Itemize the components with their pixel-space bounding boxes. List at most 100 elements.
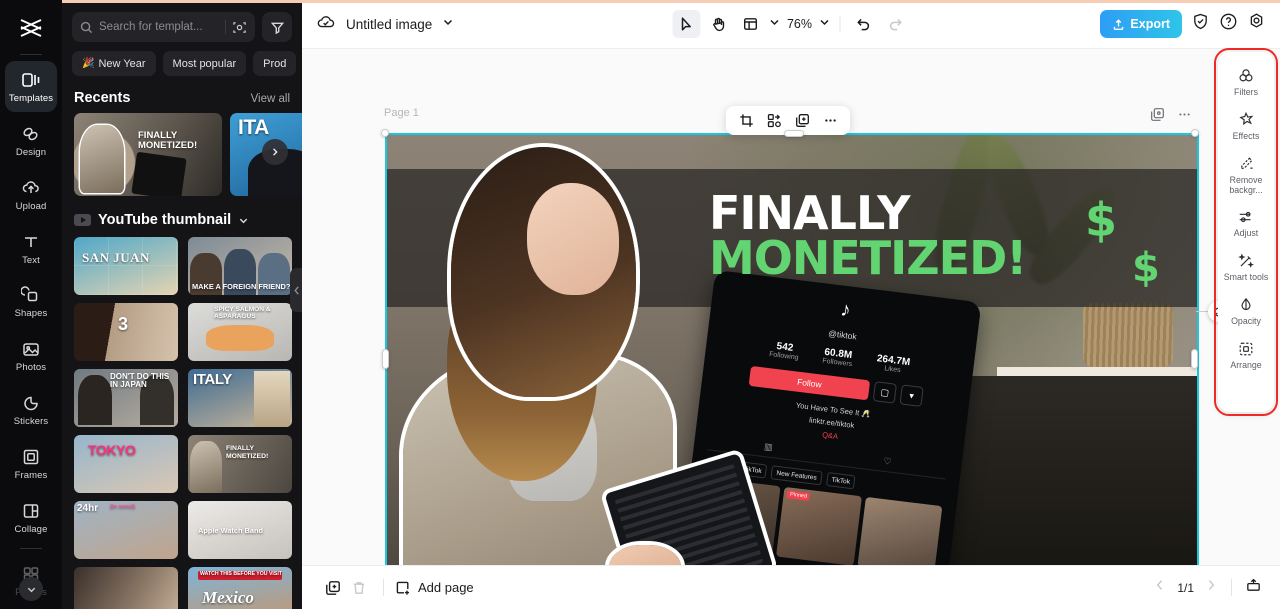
help-circle-icon[interactable] — [1219, 12, 1238, 36]
template-card[interactable]: Apple Watch Band — [188, 501, 292, 559]
smart-tools-icon — [1236, 251, 1256, 271]
adjust-icon — [1236, 207, 1256, 227]
sidebar-label: Text — [22, 254, 40, 266]
export-button[interactable]: Export — [1100, 10, 1182, 38]
template-card[interactable]: 24hr (in seoul) — [74, 501, 178, 559]
tool-remove-background[interactable]: Remove backgr... — [1221, 149, 1271, 201]
selection-handle-right[interactable] — [1190, 349, 1198, 369]
filter-button[interactable] — [262, 12, 292, 42]
sidebar-item-text[interactable]: Text — [5, 222, 57, 273]
filter-chips: 🎉 New Year Most popular Prod — [62, 42, 302, 76]
artboard[interactable]: ♪ @tiktok 542 Following 60.8M Followers — [387, 135, 1197, 565]
top-toolbar: Untitled image 76% Export — [302, 0, 1280, 49]
thumb-art — [74, 567, 178, 609]
template-card[interactable]: ITALY — [188, 369, 292, 427]
recent-card[interactable]: FINALLY MONETIZED! — [74, 113, 222, 196]
sidebar-item-design[interactable]: Design — [5, 115, 57, 166]
recents-header: Recents View all — [62, 76, 302, 113]
tool-smart-tools[interactable]: Smart tools — [1221, 246, 1271, 288]
sidebar-label: Design — [15, 147, 47, 158]
templates-icon — [20, 69, 42, 91]
more-horizontal-icon[interactable] — [1177, 107, 1192, 127]
chip-products[interactable]: Prod — [253, 51, 297, 76]
selection-handle-left[interactable] — [381, 349, 389, 369]
cursor-arrow-icon — [681, 17, 691, 31]
remove-background-icon — [1236, 154, 1256, 174]
template-card[interactable]: SAN JUAN — [74, 237, 178, 295]
thumb-title: SAN JUAN — [82, 250, 150, 265]
select-tool-button[interactable] — [672, 10, 701, 38]
text-icon — [20, 231, 42, 253]
sidebar-label: Templates — [8, 93, 54, 105]
headline-group: FINALLY MONETIZED! — [709, 190, 1139, 281]
chip-most-popular[interactable]: Most popular — [162, 51, 247, 76]
title-chevron-down-icon[interactable] — [442, 15, 454, 33]
sidebar-label: Frames — [14, 469, 48, 481]
tool-arrange[interactable]: Arrange — [1221, 334, 1271, 376]
undo-button[interactable] — [850, 10, 878, 38]
recents-next-button[interactable] — [262, 139, 288, 165]
thumb-figure — [80, 125, 124, 193]
tool-effects[interactable]: Effects — [1221, 105, 1271, 147]
prev-page-button[interactable] — [1153, 578, 1167, 597]
redo-button[interactable] — [882, 10, 910, 38]
template-card[interactable]: MAKE A FOREIGN FRIEND? — [188, 237, 292, 295]
tool-adjust[interactable]: Adjust — [1221, 202, 1271, 244]
collage-icon — [20, 500, 42, 522]
chevron-left-icon — [293, 285, 299, 295]
crop-icon[interactable] — [733, 108, 759, 133]
template-card[interactable]: 3 — [74, 303, 178, 361]
present-button[interactable] — [1245, 577, 1262, 599]
template-card[interactable]: FINALLY MONETIZED! — [188, 435, 292, 493]
selection-handle-tr[interactable] — [1191, 129, 1199, 137]
redo-icon — [889, 18, 902, 31]
view-all-link[interactable]: View all — [251, 93, 290, 105]
sidebar-item-templates[interactable]: Templates — [5, 61, 57, 112]
sidebar-item-shapes[interactable]: Shapes — [5, 276, 57, 327]
delete-page-button[interactable] — [346, 575, 372, 601]
sidebar-item-stickers[interactable]: Stickers — [5, 384, 57, 435]
dollar-symbol-1: $ — [1085, 193, 1118, 247]
video-tile — [857, 496, 943, 565]
sidebar-item-frames[interactable]: Frames — [5, 438, 57, 489]
smart-cutout-icon[interactable] — [761, 108, 787, 133]
template-card-selected[interactable]: DON'T DO THIS IN JAPAN — [74, 369, 178, 427]
panel-collapse-button[interactable] — [290, 268, 302, 312]
chip-new-year[interactable]: 🎉 New Year — [72, 51, 156, 76]
tool-opacity[interactable]: Opacity — [1221, 290, 1271, 332]
more-horizontal-icon[interactable] — [817, 108, 843, 133]
capcut-logo-icon[interactable] — [11, 8, 51, 47]
template-card[interactable] — [74, 567, 178, 609]
hand-icon — [713, 17, 725, 32]
next-page-button[interactable] — [1204, 578, 1218, 597]
category-header[interactable]: YouTube thumbnail — [62, 196, 302, 237]
gear-icon[interactable] — [1247, 12, 1266, 36]
template-card[interactable]: SPICY SALMON & ASPARAGUS — [188, 303, 292, 361]
sidebar-item-collage[interactable]: Collage — [5, 491, 57, 542]
template-card[interactable]: WATCH THIS BEFORE YOU VISIT Mexico — [188, 567, 292, 609]
template-card[interactable]: TOKYO — [74, 435, 178, 493]
layout-chevron-down-icon[interactable] — [769, 15, 781, 33]
search-icon — [80, 21, 93, 33]
sidebar-item-upload[interactable]: Upload — [5, 169, 57, 220]
rail-expand-button[interactable] — [19, 577, 43, 601]
duplicate-page-icon[interactable] — [1150, 107, 1165, 127]
image-search-icon[interactable] — [232, 20, 247, 35]
youtube-icon — [74, 214, 91, 226]
add-page-button[interactable]: Add page — [395, 580, 474, 596]
selection-handle-tl[interactable] — [381, 129, 389, 137]
layout-tool-button[interactable] — [737, 10, 765, 38]
zoom-chevron-down-icon[interactable] — [819, 15, 831, 33]
shield-check-icon[interactable] — [1191, 12, 1210, 36]
search-input[interactable]: Search for templat... — [72, 12, 255, 42]
zoom-level[interactable]: 76% — [785, 17, 815, 31]
canvas-area[interactable]: Page 1 ♪ @tiktok 542 Following 60.8M Fol… — [302, 49, 1280, 565]
selection-handle-top[interactable] — [784, 130, 804, 137]
chevron-left-icon — [1156, 580, 1163, 590]
sidebar-item-photos[interactable]: Photos — [5, 330, 57, 381]
photos-icon — [20, 338, 42, 360]
tool-filters[interactable]: Filters — [1221, 61, 1271, 103]
duplicate-page-button[interactable] — [320, 575, 346, 601]
document-title[interactable]: Untitled image — [346, 17, 432, 32]
hand-tool-button[interactable] — [705, 10, 733, 38]
